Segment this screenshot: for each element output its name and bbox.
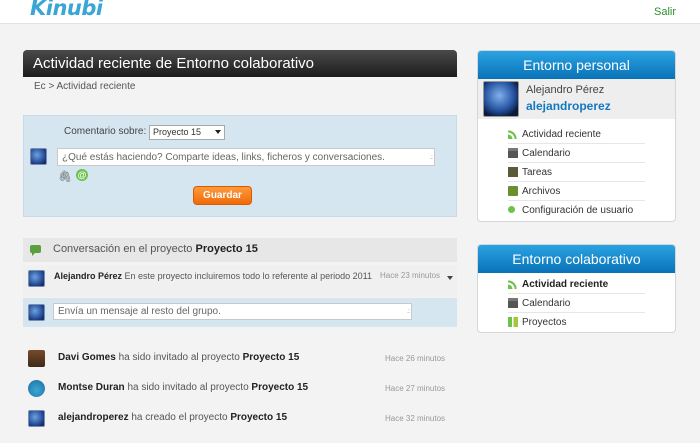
- resize-handle-icon[interactable]: .::: [430, 152, 433, 164]
- personal-menu-settings[interactable]: Configuración de usuario: [508, 201, 645, 220]
- message-text: Alejandro Pérez En este proyecto incluir…: [54, 271, 373, 281]
- folder-icon: [508, 186, 518, 196]
- activity-timestamp: Hace 26 minutos: [385, 354, 446, 363]
- collab-menu-calendar[interactable]: Calendario: [508, 294, 645, 313]
- avatar: [28, 304, 45, 321]
- breadcrumb[interactable]: Ec > Actividad reciente: [34, 81, 135, 92]
- activity-item: Montse Duran ha sido invitado al proyect…: [23, 377, 457, 399]
- status-input-placeholder: ¿Qué estás haciendo? Comparte ideas, lin…: [62, 152, 385, 163]
- activity-item: alejandroperez ha creado el proyecto Pro…: [23, 407, 457, 429]
- personal-panel: Entorno personal Alejandro Pérez alejand…: [477, 50, 676, 222]
- mention-icon[interactable]: @: [76, 169, 88, 181]
- profile-name: Alejandro Pérez: [526, 84, 605, 96]
- message-options-icon[interactable]: [447, 276, 453, 280]
- personal-panel-title: Entorno personal: [478, 51, 675, 79]
- reply-input-placeholder: Envía un mensaje al resto del grupo.: [58, 306, 221, 317]
- user-profile: Alejandro Pérez alejandroperez: [478, 79, 675, 119]
- calendar-icon: [508, 298, 518, 308]
- save-button[interactable]: Guardar: [193, 186, 252, 205]
- activity-project[interactable]: Proyecto 15: [230, 412, 287, 423]
- chat-icon: [30, 245, 41, 256]
- collab-menu: Actividad reciente Calendario Proyectos: [478, 273, 675, 332]
- avatar: [28, 410, 45, 427]
- gear-icon: [508, 206, 515, 213]
- conversation-title: Conversación en el proyecto Proyecto 15: [53, 243, 258, 255]
- avatar: [28, 350, 45, 367]
- reply-bar: Envía un mensaje al resto del grupo. .::: [23, 298, 457, 327]
- resize-handle-icon[interactable]: .::: [407, 306, 410, 318]
- comment-composer: Comentario sobre: Proyecto 15 ¿Qué estás…: [23, 115, 457, 217]
- avatar: [30, 148, 47, 165]
- chevron-down-icon: [215, 130, 221, 134]
- page-title: Actividad reciente de Entorno colaborati…: [23, 50, 457, 77]
- avatar: [28, 380, 45, 397]
- profile-username[interactable]: alejandroperez: [526, 99, 611, 113]
- personal-menu-files[interactable]: Archivos: [508, 182, 645, 201]
- conversation-project-link[interactable]: Proyecto 15: [195, 243, 257, 255]
- activity-project[interactable]: Proyecto 15: [251, 382, 308, 393]
- project-select-value: Proyecto 15: [153, 127, 202, 137]
- comment-about-label: Comentario sobre:: [64, 126, 147, 137]
- conversation-header: Conversación en el proyecto Proyecto 15: [23, 238, 457, 262]
- personal-menu-calendar[interactable]: Calendario: [508, 144, 645, 163]
- activity-user[interactable]: Davi Gomes: [58, 352, 116, 363]
- activity-item: Davi Gomes ha sido invitado al proyecto …: [23, 347, 457, 369]
- top-bar: Kinubi Salir: [0, 0, 700, 24]
- message-timestamp: Hace 23 minutos: [380, 271, 441, 280]
- tasks-icon: [508, 167, 518, 177]
- collab-menu-projects[interactable]: Proyectos: [508, 313, 645, 332]
- collab-panel: Entorno colaborativo Actividad reciente …: [477, 244, 676, 333]
- avatar[interactable]: [483, 81, 519, 117]
- avatar: [28, 270, 45, 287]
- conversation-message: Alejandro Pérez En este proyecto incluir…: [23, 265, 457, 297]
- calendar-icon: [508, 148, 518, 158]
- projects-icon: [508, 317, 518, 327]
- activity-user[interactable]: alejandroperez: [58, 412, 129, 423]
- personal-menu: Actividad reciente Calendario Tareas Arc…: [478, 119, 675, 220]
- rss-icon: [508, 279, 518, 289]
- activity-project[interactable]: Proyecto 15: [243, 352, 300, 363]
- rss-icon: [508, 129, 518, 139]
- kinubi-logo[interactable]: Kinubi: [30, 0, 103, 20]
- activity-user[interactable]: Montse Duran: [58, 382, 125, 393]
- status-input[interactable]: ¿Qué estás haciendo? Comparte ideas, lin…: [57, 148, 435, 166]
- paperclip-icon[interactable]: 🖇: [58, 170, 72, 183]
- project-select[interactable]: Proyecto 15: [149, 125, 225, 140]
- personal-menu-tasks[interactable]: Tareas: [508, 163, 645, 182]
- activity-timestamp: Hace 32 minutos: [385, 414, 446, 423]
- reply-input[interactable]: Envía un mensaje al resto del grupo. .::: [53, 303, 412, 320]
- activity-timestamp: Hace 27 minutos: [385, 384, 446, 393]
- message-author[interactable]: Alejandro Pérez: [54, 271, 122, 281]
- collab-panel-title: Entorno colaborativo: [478, 245, 675, 273]
- collab-menu-activity[interactable]: Actividad reciente: [508, 275, 645, 294]
- logout-link[interactable]: Salir: [654, 6, 676, 18]
- personal-menu-activity[interactable]: Actividad reciente: [508, 125, 645, 144]
